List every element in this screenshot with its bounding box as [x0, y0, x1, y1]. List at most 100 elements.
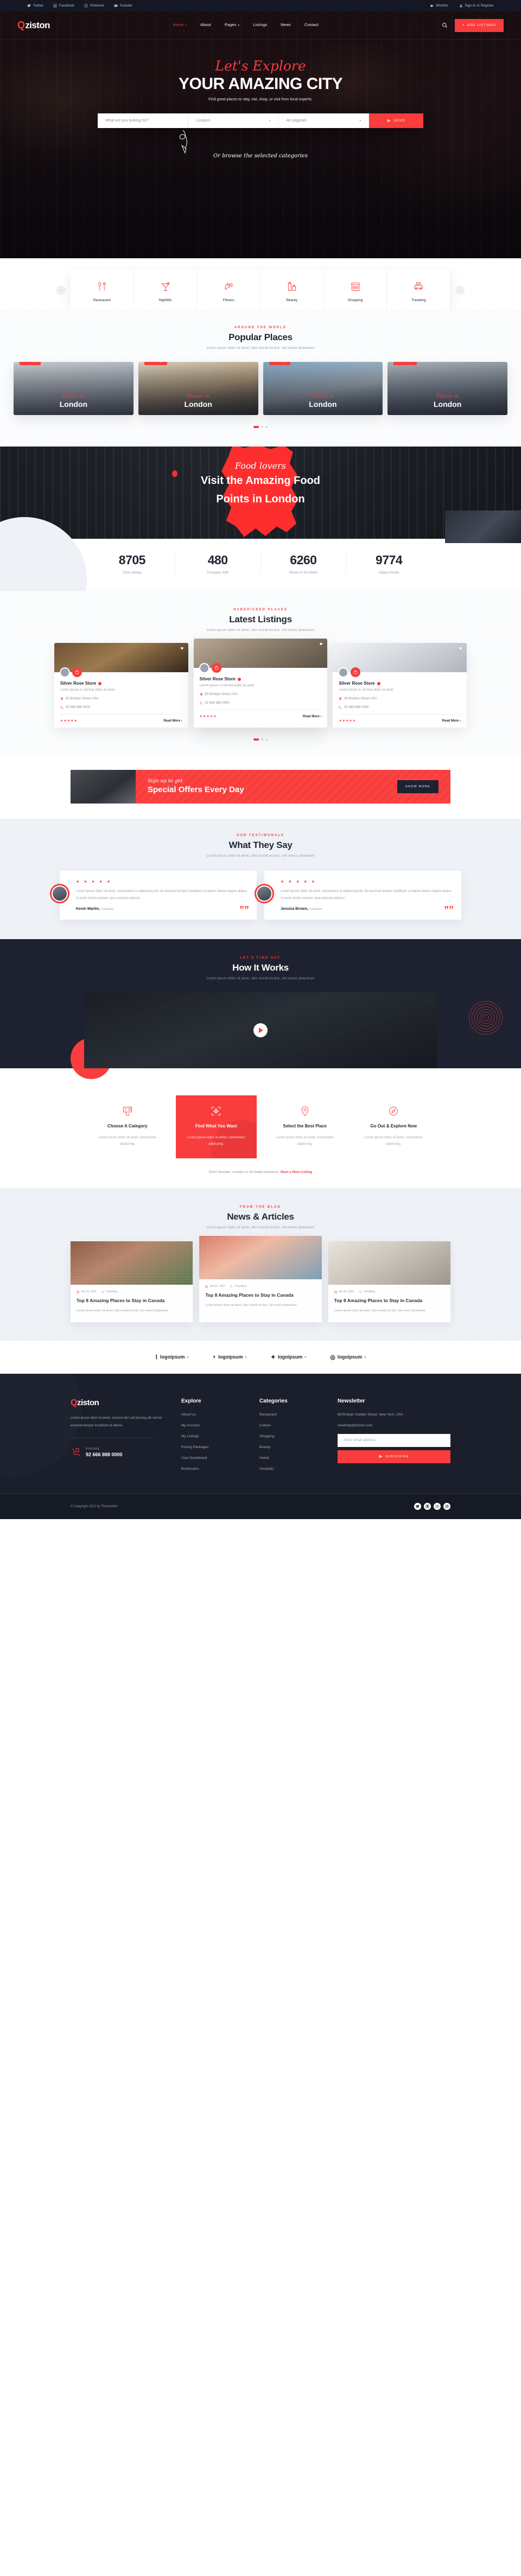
testimonial-text: Lorem ipsum dolor sit amet, consectetur … [76, 890, 247, 900]
chevron-right-icon: › [320, 715, 322, 718]
listing-category-badge [72, 667, 82, 677]
how-it-works-video[interactable] [84, 992, 437, 1069]
add-listings-label: ADD LISTINGS [467, 23, 496, 27]
place-card[interactable]: 8 Listings Places in London [263, 362, 383, 415]
listing-footer: ★★★★★ Read More › [60, 714, 182, 723]
site-logo[interactable]: Qziston [17, 20, 50, 31]
nav-label: Contact [304, 23, 319, 27]
footer-link-about-us[interactable]: About Us [181, 1413, 246, 1417]
footer-phone-number: 92 666 888 0000 [86, 1451, 123, 1457]
listing-rating-stars: ★★★★★ [60, 719, 78, 723]
nav-item-home[interactable]: Home ▾ [173, 23, 187, 27]
listing-read-more-link[interactable]: Read More › [163, 719, 182, 723]
listing-phone: 92 666 888 0000 [344, 706, 369, 709]
play-button-icon[interactable] [253, 1023, 268, 1038]
brand-logo: ◗ logoipsum ® [212, 1354, 246, 1360]
nav-item-listings[interactable]: Listings [253, 23, 267, 27]
topbar-social-pinterest[interactable]: Pinterest [84, 4, 104, 8]
social-facebook-button[interactable] [424, 1503, 431, 1510]
carousel-dot-3[interactable] [265, 738, 268, 741]
carousel-dot-2[interactable] [261, 426, 263, 428]
category-item-fitness[interactable]: Fitness [197, 270, 261, 310]
heart-icon[interactable] [319, 642, 323, 646]
place-card[interactable]: 8 Listings Places in London [14, 362, 134, 415]
footer-link-culture[interactable]: Culture [259, 1424, 325, 1427]
nav-item-contact[interactable]: Contact [304, 23, 319, 27]
news-card[interactable]: Jan 22, 2021 Travelling Top 8 Amazing Pl… [71, 1241, 193, 1322]
footer-phone-text: PHONE 92 666 888 0000 [86, 1448, 123, 1457]
testimonial-author: Kevin Martin, Customer [76, 907, 248, 911]
newsletter-subscribe-button[interactable]: SUBSCRIBE [338, 1450, 450, 1463]
category-prev-button[interactable]: ← [56, 285, 66, 295]
social-twitter-button[interactable] [414, 1503, 421, 1510]
search-keyword-field[interactable]: What are you looking for? [98, 113, 188, 128]
listing-card[interactable]: Silver Rose Store Lorem ipsum is not fre… [193, 639, 328, 728]
cocktail-icon [134, 279, 197, 294]
tag-icon [101, 1291, 104, 1293]
carousel-dot-3[interactable] [265, 426, 268, 428]
heart-icon[interactable] [180, 646, 184, 650]
how-step-choose-category[interactable]: Choose A Category Lorem ipsum dolor sit … [87, 1095, 168, 1158]
listing-card[interactable]: Silver Rose Store Lorem ipsum is not fre… [54, 643, 188, 728]
listing-card[interactable]: Silver Rose Store Lorem ipsum is not fre… [333, 643, 467, 728]
show-more-button[interactable]: SHOW MORE [397, 780, 439, 793]
footer-logo[interactable]: Qziston [71, 1398, 168, 1408]
footer-link-hotels[interactable]: Hotels [259, 1456, 325, 1460]
how-step-go-out-explore[interactable]: Go Out & Explore Now Lorem ipsum dolor s… [353, 1095, 435, 1158]
counter-value: 9774 [376, 553, 403, 567]
signin-register-link[interactable]: Sign In or Register [459, 4, 494, 8]
search-send-button[interactable]: SEND [369, 113, 424, 128]
category-item-restaurant[interactable]: Restuarant [71, 270, 134, 310]
social-pinterest-button[interactable] [434, 1503, 441, 1510]
click-select-icon [93, 1104, 162, 1118]
news-card[interactable]: Jan 22, 2021 Travelling Top 8 Amazing Pl… [199, 1236, 322, 1322]
wishlist-link[interactable]: Wishlist [430, 4, 448, 8]
tag-icon [359, 1291, 362, 1293]
heart-icon[interactable] [459, 646, 462, 650]
section-title: News & Articles [227, 1212, 294, 1222]
newsletter-email-input[interactable]: Enter email address [338, 1433, 450, 1447]
footer-link-hospitals[interactable]: Hospitals [259, 1467, 325, 1471]
nav-item-news[interactable]: News [281, 23, 291, 27]
place-card[interactable]: 13 Listings Places in London [387, 362, 507, 415]
news-card[interactable]: Jan 22, 2021 Travelling Top 8 Amazing Pl… [328, 1241, 450, 1322]
footer-link-pricing-packages[interactable]: Pricing Packages [181, 1445, 246, 1449]
topbar-social-twitter[interactable]: Twitter [27, 4, 43, 8]
search-location-select[interactable]: Location ▾ [188, 113, 279, 128]
section-subtitle: Lorem ipsum dolor sit amet, cibo mundi e… [206, 628, 315, 632]
footer-email[interactable]: needhelp@ziston.com [338, 1424, 450, 1427]
category-item-nightlife[interactable]: Nightlife [134, 270, 198, 310]
nav-item-about[interactable]: About [200, 23, 211, 27]
search-category-select[interactable]: All catgories ▾ [278, 113, 370, 128]
place-card[interactable]: 13 Listings Places in London [138, 362, 258, 415]
nav-item-pages[interactable]: Pages ▾ [225, 23, 239, 27]
how-step-find-what-you-want[interactable]: Find What You Want Lorem ipsum dolor sit… [175, 1095, 257, 1159]
category-item-beauty[interactable]: Beauty [260, 270, 324, 310]
start-new-listing-link[interactable]: Start a New Listing [281, 1170, 313, 1174]
topbar-social-list: Twitter Facebook Pinterest Youtube [27, 4, 132, 8]
carousel-dot-1[interactable] [253, 738, 259, 741]
carousel-dot-2[interactable] [261, 738, 263, 741]
category-item-shopping[interactable]: Shopping [324, 270, 387, 310]
footer-link-beauty[interactable]: Beauty [259, 1445, 325, 1449]
topbar-social-youtube[interactable]: Youtube [114, 4, 132, 8]
category-next-button[interactable]: → [455, 285, 465, 295]
footer-link-shopping[interactable]: Shopping [259, 1434, 325, 1438]
category-item-traveling[interactable]: Traveling [387, 270, 451, 310]
listing-read-more-link[interactable]: Read More › [303, 715, 321, 718]
map-pin-icon [271, 1104, 339, 1118]
topbar-social-facebook[interactable]: Facebook [53, 4, 74, 8]
how-step-select-best-place[interactable]: Select the Best Place Lorem ipsum dolor … [264, 1095, 346, 1158]
section-tag: OUR TESTIMONALS [237, 834, 284, 837]
carousel-dot-1[interactable] [253, 426, 259, 428]
footer-link-user-dashboard[interactable]: User Dashboard [181, 1456, 246, 1460]
social-instagram-button[interactable] [443, 1503, 450, 1510]
listing-read-more-link[interactable]: Read More › [442, 719, 461, 723]
footer-link-my-account[interactable]: My Account [181, 1424, 246, 1427]
footer-link-bookmarks[interactable]: Bookmarks [181, 1467, 246, 1471]
search-icon[interactable] [442, 22, 448, 28]
add-listings-button[interactable]: + ADD LISTINGS [454, 18, 504, 32]
footer-link-restaurant[interactable]: Restaurant [259, 1413, 325, 1417]
footer-link-my-listings[interactable]: My Listings [181, 1434, 246, 1438]
footer-columns: Qziston Lorem ipsum dolor sit amet, cons… [71, 1398, 450, 1471]
